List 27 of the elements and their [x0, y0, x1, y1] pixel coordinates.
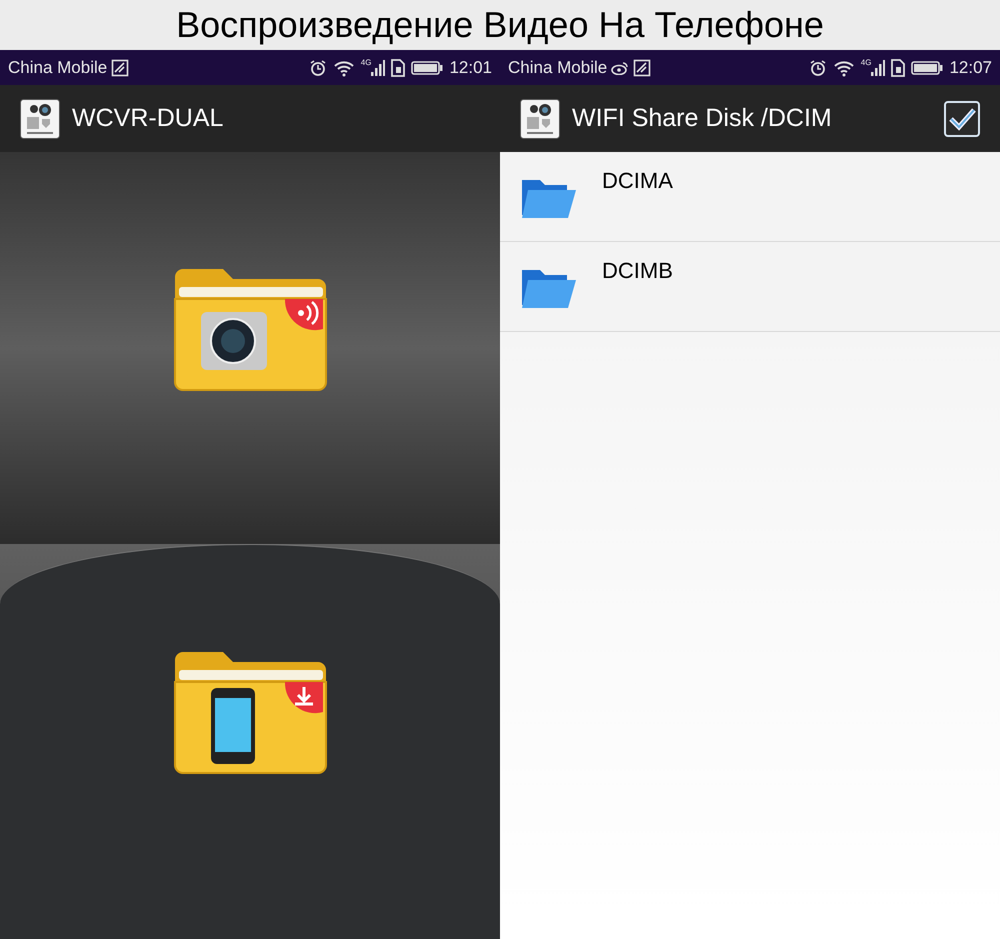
- carrier-name: China Mobile: [508, 56, 608, 79]
- clock-time: 12:07: [949, 56, 992, 79]
- network-type: 4G: [360, 58, 372, 66]
- wifi-icon: [832, 58, 855, 76]
- alarm-icon: [308, 58, 327, 76]
- app-bar-title: WIFI Share Disk /DCIM: [572, 102, 832, 134]
- battery-icon: [411, 60, 444, 76]
- folder-name: DCIMA: [602, 170, 673, 192]
- app-logo-icon: [20, 98, 60, 138]
- image-icon: [633, 58, 652, 76]
- sim-card-icon: [891, 58, 906, 76]
- alarm-icon: [808, 58, 827, 76]
- select-all-checkbox[interactable]: [944, 100, 980, 136]
- signal-icon: [371, 58, 386, 76]
- network-type: 4G: [860, 58, 872, 66]
- battery-icon: [911, 60, 944, 76]
- sim-card-icon: [391, 58, 406, 76]
- page-title: Воспроизведение Видео На Телефоне: [176, 3, 824, 47]
- app-bar-title: WCVR-DUAL: [72, 102, 224, 134]
- app-logo-icon: [520, 98, 560, 138]
- clock-time: 12:01: [449, 56, 492, 79]
- wifi-icon: [332, 58, 355, 76]
- folder-name: DCIMB: [602, 260, 673, 282]
- carrier-name: China Mobile: [8, 56, 108, 79]
- eye-icon: [611, 60, 630, 74]
- image-icon: [111, 58, 130, 76]
- signal-icon: [871, 58, 886, 76]
